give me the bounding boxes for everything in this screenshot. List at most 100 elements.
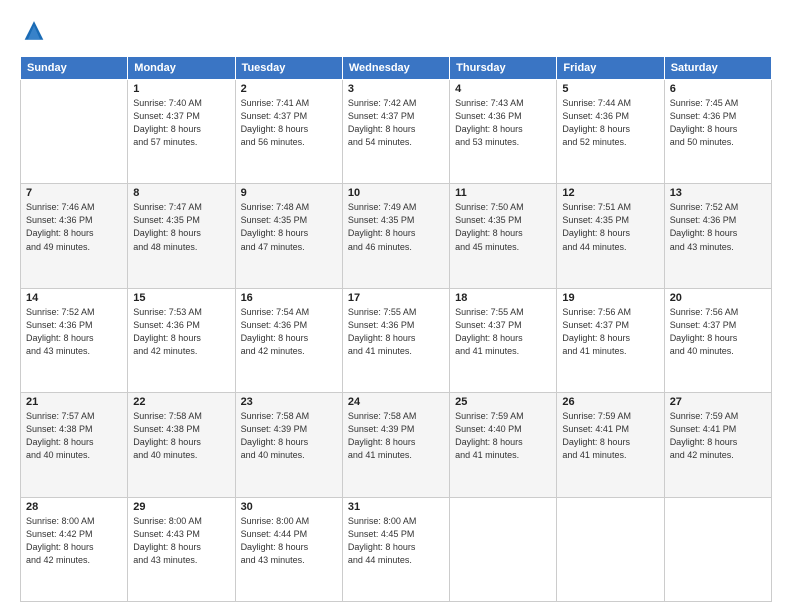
day-number: 28	[26, 501, 122, 513]
day-number: 12	[562, 187, 658, 199]
day-number: 30	[241, 501, 337, 513]
day-info: Sunrise: 7:45 AM Sunset: 4:36 PM Dayligh…	[670, 97, 766, 149]
day-number: 20	[670, 292, 766, 304]
day-info: Sunrise: 7:44 AM Sunset: 4:36 PM Dayligh…	[562, 97, 658, 149]
day-info: Sunrise: 7:57 AM Sunset: 4:38 PM Dayligh…	[26, 410, 122, 462]
calendar-week-3: 14 Sunrise: 7:52 AM Sunset: 4:36 PM Dayli…	[21, 288, 772, 392]
day-info: Sunrise: 7:59 AM Sunset: 4:41 PM Dayligh…	[670, 410, 766, 462]
day-info: Sunrise: 7:49 AM Sunset: 4:35 PM Dayligh…	[348, 201, 444, 253]
day-info: Sunrise: 7:47 AM Sunset: 4:35 PM Dayligh…	[133, 201, 229, 253]
day-info: Sunrise: 7:48 AM Sunset: 4:35 PM Dayligh…	[241, 201, 337, 253]
day-info: Sunrise: 7:50 AM Sunset: 4:35 PM Dayligh…	[455, 201, 551, 253]
day-number: 19	[562, 292, 658, 304]
calendar-cell: 2 Sunrise: 7:41 AM Sunset: 4:37 PM Daylig…	[235, 80, 342, 184]
day-number: 27	[670, 396, 766, 408]
calendar-cell: 8 Sunrise: 7:47 AM Sunset: 4:35 PM Daylig…	[128, 184, 235, 288]
day-info: Sunrise: 8:00 AM Sunset: 4:42 PM Dayligh…	[26, 515, 122, 567]
day-info: Sunrise: 7:52 AM Sunset: 4:36 PM Dayligh…	[670, 201, 766, 253]
day-number: 15	[133, 292, 229, 304]
calendar-cell: 25 Sunrise: 7:59 AM Sunset: 4:40 PM Dayli…	[450, 393, 557, 497]
day-number: 10	[348, 187, 444, 199]
calendar-cell: 29 Sunrise: 8:00 AM Sunset: 4:43 PM Dayli…	[128, 497, 235, 601]
calendar-cell: 31 Sunrise: 8:00 AM Sunset: 4:45 PM Dayli…	[342, 497, 449, 601]
calendar-cell: 12 Sunrise: 7:51 AM Sunset: 4:35 PM Dayli…	[557, 184, 664, 288]
calendar-cell: 14 Sunrise: 7:52 AM Sunset: 4:36 PM Dayli…	[21, 288, 128, 392]
page: SundayMondayTuesdayWednesdayThursdayFrid…	[0, 0, 792, 612]
day-number: 11	[455, 187, 551, 199]
calendar-week-4: 21 Sunrise: 7:57 AM Sunset: 4:38 PM Dayli…	[21, 393, 772, 497]
calendar-cell: 28 Sunrise: 8:00 AM Sunset: 4:42 PM Dayli…	[21, 497, 128, 601]
day-info: Sunrise: 7:51 AM Sunset: 4:35 PM Dayligh…	[562, 201, 658, 253]
calendar-cell	[557, 497, 664, 601]
day-info: Sunrise: 8:00 AM Sunset: 4:45 PM Dayligh…	[348, 515, 444, 567]
day-info: Sunrise: 7:59 AM Sunset: 4:41 PM Dayligh…	[562, 410, 658, 462]
calendar-cell: 23 Sunrise: 7:58 AM Sunset: 4:39 PM Dayli…	[235, 393, 342, 497]
day-number: 6	[670, 83, 766, 95]
day-info: Sunrise: 7:55 AM Sunset: 4:36 PM Dayligh…	[348, 306, 444, 358]
day-number: 31	[348, 501, 444, 513]
calendar-cell	[21, 80, 128, 184]
logo-icon	[20, 18, 48, 46]
calendar-cell: 26 Sunrise: 7:59 AM Sunset: 4:41 PM Dayli…	[557, 393, 664, 497]
day-info: Sunrise: 7:40 AM Sunset: 4:37 PM Dayligh…	[133, 97, 229, 149]
calendar-cell: 5 Sunrise: 7:44 AM Sunset: 4:36 PM Daylig…	[557, 80, 664, 184]
day-info: Sunrise: 7:52 AM Sunset: 4:36 PM Dayligh…	[26, 306, 122, 358]
day-number: 8	[133, 187, 229, 199]
logo	[20, 18, 52, 46]
day-number: 29	[133, 501, 229, 513]
day-number: 21	[26, 396, 122, 408]
calendar-cell	[450, 497, 557, 601]
calendar-header-row: SundayMondayTuesdayWednesdayThursdayFrid…	[21, 57, 772, 80]
day-info: Sunrise: 7:55 AM Sunset: 4:37 PM Dayligh…	[455, 306, 551, 358]
calendar-header-thursday: Thursday	[450, 57, 557, 80]
day-number: 9	[241, 187, 337, 199]
day-number: 23	[241, 396, 337, 408]
day-number: 5	[562, 83, 658, 95]
day-number: 3	[348, 83, 444, 95]
calendar-cell: 21 Sunrise: 7:57 AM Sunset: 4:38 PM Dayli…	[21, 393, 128, 497]
calendar-header-monday: Monday	[128, 57, 235, 80]
calendar-header-wednesday: Wednesday	[342, 57, 449, 80]
calendar-cell: 7 Sunrise: 7:46 AM Sunset: 4:36 PM Daylig…	[21, 184, 128, 288]
day-info: Sunrise: 7:42 AM Sunset: 4:37 PM Dayligh…	[348, 97, 444, 149]
day-info: Sunrise: 7:56 AM Sunset: 4:37 PM Dayligh…	[562, 306, 658, 358]
day-info: Sunrise: 8:00 AM Sunset: 4:44 PM Dayligh…	[241, 515, 337, 567]
calendar-week-2: 7 Sunrise: 7:46 AM Sunset: 4:36 PM Daylig…	[21, 184, 772, 288]
day-number: 7	[26, 187, 122, 199]
calendar-cell: 16Sunrise: 7:54 AM Sunset: 4:36 PM Dayli…	[235, 288, 342, 392]
calendar-header-saturday: Saturday	[664, 57, 771, 80]
calendar-cell: 27 Sunrise: 7:59 AM Sunset: 4:41 PM Dayli…	[664, 393, 771, 497]
day-number: 24	[348, 396, 444, 408]
day-info: Sunrise: 7:41 AM Sunset: 4:37 PM Dayligh…	[241, 97, 337, 149]
day-number: 22	[133, 396, 229, 408]
calendar-header-friday: Friday	[557, 57, 664, 80]
calendar-cell: 18 Sunrise: 7:55 AM Sunset: 4:37 PM Dayli…	[450, 288, 557, 392]
day-number: 4	[455, 83, 551, 95]
calendar-cell: 4Sunrise: 7:43 AM Sunset: 4:36 PM Daylig…	[450, 80, 557, 184]
day-info: Sunrise: 8:00 AM Sunset: 4:43 PM Dayligh…	[133, 515, 229, 567]
calendar-table: SundayMondayTuesdayWednesdayThursdayFrid…	[20, 56, 772, 602]
day-info: Sunrise: 7:53 AM Sunset: 4:36 PM Dayligh…	[133, 306, 229, 358]
day-info: Sunrise: 7:56 AM Sunset: 4:37 PM Dayligh…	[670, 306, 766, 358]
calendar-cell: 19 Sunrise: 7:56 AM Sunset: 4:37 PM Dayli…	[557, 288, 664, 392]
calendar-cell: 10 Sunrise: 7:49 AM Sunset: 4:35 PM Dayli…	[342, 184, 449, 288]
day-number: 2	[241, 83, 337, 95]
calendar-cell: 1 Sunrise: 7:40 AM Sunset: 4:37 PM Daylig…	[128, 80, 235, 184]
day-number: 25	[455, 396, 551, 408]
day-number: 17	[348, 292, 444, 304]
day-number: 13	[670, 187, 766, 199]
day-number: 1	[133, 83, 229, 95]
day-info: Sunrise: 7:59 AM Sunset: 4:40 PM Dayligh…	[455, 410, 551, 462]
day-info: Sunrise: 7:58 AM Sunset: 4:38 PM Dayligh…	[133, 410, 229, 462]
day-number: 18	[455, 292, 551, 304]
day-info: Sunrise: 7:58 AM Sunset: 4:39 PM Dayligh…	[241, 410, 337, 462]
day-number: 14	[26, 292, 122, 304]
calendar-cell: 11 Sunrise: 7:50 AM Sunset: 4:35 PM Dayli…	[450, 184, 557, 288]
calendar-week-5: 28 Sunrise: 8:00 AM Sunset: 4:42 PM Dayli…	[21, 497, 772, 601]
calendar-cell: 24Sunrise: 7:58 AM Sunset: 4:39 PM Dayli…	[342, 393, 449, 497]
calendar-cell: 13 Sunrise: 7:52 AM Sunset: 4:36 PM Dayli…	[664, 184, 771, 288]
day-number: 26	[562, 396, 658, 408]
calendar-header-tuesday: Tuesday	[235, 57, 342, 80]
day-info: Sunrise: 7:46 AM Sunset: 4:36 PM Dayligh…	[26, 201, 122, 253]
calendar-cell: 30 Sunrise: 8:00 AM Sunset: 4:44 PM Dayli…	[235, 497, 342, 601]
